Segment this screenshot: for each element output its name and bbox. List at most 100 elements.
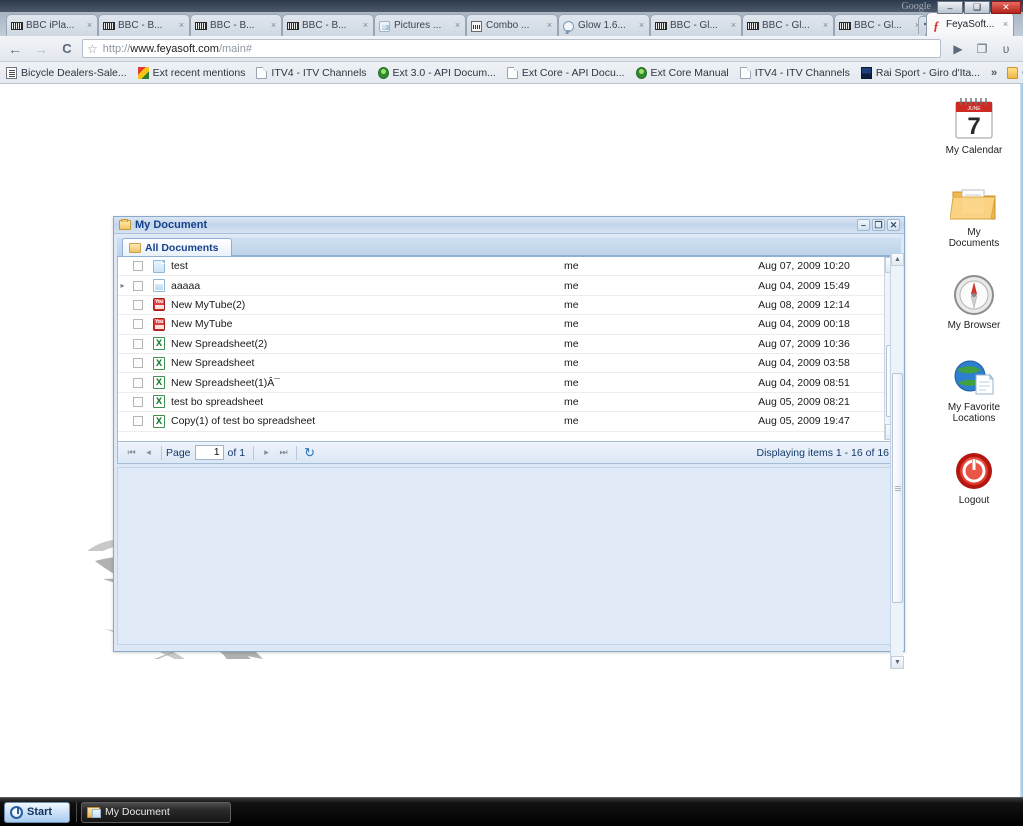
window-scroll-down-button[interactable]: ▼ — [891, 656, 904, 669]
browser-tab-9[interactable]: BBC - Gl... × — [742, 14, 834, 36]
table-row[interactable]: New MyTube me Aug 04, 2009 00:18 — [118, 315, 884, 335]
row-expander[interactable]: ▸ — [118, 281, 127, 290]
tab-label: BBC - B... — [118, 19, 163, 31]
refresh-icon[interactable]: ↻ — [301, 444, 318, 461]
row-name: test — [171, 260, 188, 273]
tab-close-icon[interactable]: × — [177, 21, 186, 30]
grid-paging-toolbar: ⏮ ◂ Page 1 of 1 ▸ ⏭ ↻ Displaying items 1… — [117, 442, 901, 464]
power-icon — [935, 444, 1013, 492]
desktop-icon-logout[interactable]: Logout — [935, 444, 1013, 506]
browser-tab-11-active[interactable]: FeyaSoft... × — [926, 12, 1014, 36]
forward-icon[interactable]: → — [30, 38, 52, 60]
browser-tab-6[interactable]: Combo ... × — [466, 14, 558, 36]
other-bookmarks-folder[interactable]: Other bookmarks — [1007, 66, 1023, 79]
desktop-icon-my-browser[interactable]: My Browser — [935, 269, 1013, 331]
prev-page-button[interactable]: ◂ — [140, 444, 157, 461]
browser-tab-5[interactable]: Pictures ... × — [374, 14, 466, 36]
last-page-button[interactable]: ⏭ — [275, 444, 292, 461]
browser-close-button[interactable]: ✕ — [991, 1, 1021, 14]
browser-maximize-button[interactable]: ❑ — [964, 1, 990, 14]
bookmark-label: Ext Core - API Docu... — [521, 66, 625, 79]
table-row[interactable]: test bo spreadsheet me Aug 05, 2009 08:2… — [118, 393, 884, 413]
row-checkbox[interactable] — [127, 338, 149, 349]
page-menu-icon[interactable]: ❐ — [971, 38, 993, 60]
window-scrollbar-thumb[interactable] — [892, 373, 903, 603]
bookmarks-overflow-icon[interactable]: » — [991, 67, 997, 79]
tab-close-icon[interactable]: × — [821, 21, 830, 30]
row-date: Aug 07, 2009 10:20 — [758, 260, 850, 273]
folder-icon — [87, 806, 101, 818]
tab-label: All Documents — [145, 241, 219, 254]
bookmark-item-ext-recent-mentions[interactable]: Ext recent mentions — [137, 66, 245, 79]
tab-label: BBC - Gl... — [670, 19, 718, 31]
sena-icon — [137, 66, 149, 79]
table-row[interactable]: test me Aug 07, 2009 10:20 — [118, 257, 884, 277]
tab-close-icon[interactable]: × — [85, 21, 94, 30]
bbc-favicon — [747, 20, 759, 32]
browser-tab-8[interactable]: BBC - Gl... × — [650, 14, 742, 36]
ext-icon — [377, 66, 389, 79]
table-row[interactable]: ▸ aaaaa me Aug 04, 2009 15:49 — [118, 276, 884, 296]
go-icon[interactable]: ▶ — [947, 38, 969, 60]
my-document-window-titlebar[interactable]: My Document – ❐ ✕ — [114, 217, 904, 234]
bookmark-item-rai-sport[interactable]: Rai Sport - Giro d'Ita... — [860, 66, 980, 79]
row-checkbox[interactable] — [127, 319, 149, 330]
row-checkbox[interactable] — [127, 280, 149, 291]
bookmark-item-itv4-2[interactable]: ITV4 - ITV Channels — [739, 66, 850, 79]
desktop-icon-my-favorite-locations[interactable]: My Favorite Locations — [935, 351, 1013, 424]
back-icon[interactable]: ← — [4, 38, 26, 60]
first-page-button[interactable]: ⏮ — [123, 444, 140, 461]
tab-close-icon[interactable]: × — [361, 21, 370, 30]
row-checkbox[interactable] — [127, 396, 149, 407]
browser-tab-2[interactable]: BBC - B... × — [98, 14, 190, 36]
table-row[interactable]: Copy(1) of test bo spreadsheet me Aug 05… — [118, 412, 884, 432]
window-maximize-button[interactable]: ❐ — [872, 219, 885, 231]
table-row[interactable]: New Spreadsheet(2) me Aug 07, 2009 10:36 — [118, 335, 884, 354]
browser-tab-1[interactable]: BBC iPla... × — [6, 14, 98, 36]
browser-tab-4[interactable]: BBC - B... × — [282, 14, 374, 36]
window-vertical-scrollbar[interactable]: ▲ ▼ — [890, 253, 904, 669]
pdf-icon — [6, 66, 17, 79]
window-minimize-button[interactable]: – — [857, 219, 870, 231]
tab-close-icon[interactable]: × — [453, 21, 462, 30]
start-button[interactable]: Start — [4, 801, 70, 823]
desktop-icon-my-calendar[interactable]: JUNE 7 My Calendar — [935, 94, 1013, 156]
browser-tab-10[interactable]: BBC - Gl... × — [834, 14, 926, 36]
tab-close-icon[interactable]: × — [269, 21, 278, 30]
tab-close-icon[interactable]: × — [729, 21, 738, 30]
tab-close-icon[interactable]: × — [545, 21, 554, 30]
bookmark-star-icon[interactable]: ☆ — [87, 42, 98, 56]
tab-all-documents[interactable]: All Documents — [122, 238, 232, 256]
bookmark-item-ext-core-api[interactable]: Ext Core - API Docu... — [506, 66, 625, 79]
table-row[interactable]: New Spreadsheet(1)Â¯ me Aug 04, 2009 08:… — [118, 373, 884, 393]
desktop-icon-my-documents[interactable]: My Documents — [935, 176, 1013, 249]
reload-icon[interactable]: C — [56, 38, 78, 60]
bookmark-item-bicycle-dealers[interactable]: Bicycle Dealers-Sale... — [6, 66, 127, 79]
address-bar[interactable]: ☆ http://www.feyasoft.com/main# — [82, 39, 941, 58]
browser-tab-3[interactable]: BBC - B... × — [190, 14, 282, 36]
table-row[interactable]: New MyTube(2) me Aug 08, 2009 12:14 — [118, 296, 884, 316]
row-checkbox[interactable] — [127, 416, 149, 427]
next-page-button[interactable]: ▸ — [258, 444, 275, 461]
bbc-favicon — [655, 20, 667, 32]
taskbar-item-my-document[interactable]: My Document — [81, 801, 231, 823]
browser-tab-7[interactable]: Glow 1.6... × — [558, 14, 650, 36]
bookmark-item-itv4-1[interactable]: ITV4 - ITV Channels — [256, 66, 367, 79]
window-close-button[interactable]: ✕ — [887, 219, 900, 231]
table-row[interactable]: New Spreadsheet me Aug 04, 2009 03:58 — [118, 354, 884, 374]
tab-close-icon[interactable]: × — [1001, 20, 1010, 29]
documents-grid-rows: test me Aug 07, 2009 10:20 ▸ aaaaa me Au… — [118, 257, 884, 432]
bookmark-item-ext-core-manual[interactable]: Ext Core Manual — [635, 66, 729, 79]
bookmark-item-ext30-api[interactable]: Ext 3.0 - API Docum... — [377, 66, 496, 79]
row-checkbox[interactable] — [127, 377, 149, 388]
browser-minimize-button[interactable]: – — [937, 1, 963, 14]
doc-icon — [256, 66, 268, 79]
row-checkbox[interactable] — [127, 261, 149, 272]
tab-close-icon[interactable]: × — [637, 21, 646, 30]
row-checkbox[interactable] — [127, 358, 149, 369]
row-checkbox[interactable] — [127, 299, 149, 310]
window-scroll-up-button[interactable]: ▲ — [891, 253, 904, 266]
wrench-settings-icon[interactable]: ᴜ — [995, 38, 1017, 60]
page-number-input[interactable]: 1 — [194, 445, 224, 460]
folder-icon — [119, 219, 131, 230]
